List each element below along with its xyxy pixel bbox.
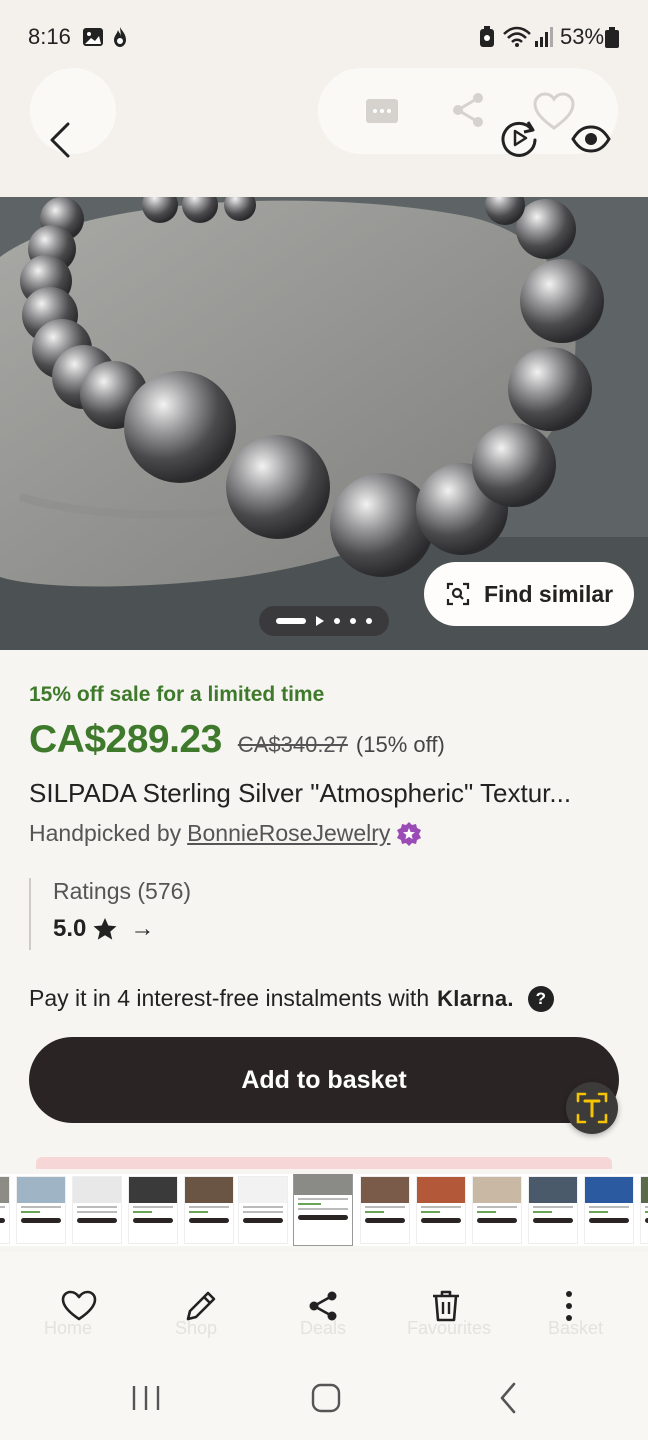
text-extract-button[interactable] (566, 1082, 618, 1134)
klarna-text: Pay it in 4 interest-free instalments wi… (29, 985, 430, 1011)
sale-banner: 15% off sale for a limited time (29, 683, 325, 706)
signal-icon (535, 27, 553, 47)
pager-video-indicator (316, 616, 324, 626)
original-price: CA$340.27 (237, 732, 348, 757)
status-bar: 8:16 53% (0, 0, 648, 72)
screenshot-actions-bar: Home Shop Deals Favourites Basket (0, 1252, 648, 1362)
pager-active-indicator (276, 618, 306, 624)
ratings-block[interactable]: Ratings (576) 5.0 → (29, 878, 191, 950)
battery-saver-icon (480, 26, 494, 47)
back-chevron-icon (500, 1382, 516, 1414)
seller-link[interactable]: BonnieRoseJewelry (187, 820, 390, 847)
add-to-basket-button[interactable]: Add to basket (29, 1037, 619, 1123)
ratings-value-row: 5.0 → (53, 915, 191, 943)
seller-prefix: Handpicked by (29, 820, 182, 846)
recent-apps-icon (132, 1386, 160, 1410)
arrow-right-icon: → (130, 915, 155, 942)
trash-icon (433, 1290, 459, 1322)
thumbnail[interactable] (416, 1176, 466, 1244)
thumbnail[interactable] (72, 1176, 122, 1244)
home-icon (311, 1383, 341, 1413)
thumbnail[interactable] (16, 1176, 66, 1244)
battery-percent: 53% (560, 24, 605, 49)
rating-score: 5.0 (53, 915, 87, 942)
thumbnail[interactable] (238, 1176, 288, 1244)
star-seller-badge-icon (397, 821, 422, 846)
find-similar-label: Find similar (484, 580, 614, 607)
find-similar-button[interactable]: Find similar (424, 562, 634, 626)
thumbnail[interactable] (528, 1176, 578, 1244)
more-options-button[interactable] (545, 1282, 593, 1330)
thumbnail[interactable] (640, 1176, 648, 1244)
delete-button[interactable] (422, 1282, 470, 1330)
home-button[interactable] (308, 1380, 344, 1416)
system-back-button[interactable] (494, 1380, 524, 1416)
battery-icon (605, 27, 619, 48)
notification-icon (114, 27, 126, 47)
favourite-button[interactable] (55, 1282, 103, 1330)
video-replay-icon (501, 121, 537, 157)
seller-line: Handpicked by BonnieRoseJewelry (29, 820, 422, 847)
text-scan-icon (576, 1092, 608, 1124)
image-pager[interactable] (259, 606, 389, 636)
pager-dot (366, 618, 372, 624)
next-section-peek (36, 1157, 612, 1169)
more-vertical-icon (566, 1291, 572, 1321)
price-row: CA$289.23 CA$340.27 (15% off) (29, 718, 445, 762)
recent-apps-button[interactable] (128, 1382, 164, 1414)
product-title[interactable]: SILPADA Sterling Silver "Atmospheric" Te… (29, 778, 619, 809)
thumbnail[interactable] (128, 1176, 178, 1244)
help-icon[interactable]: ? (527, 985, 554, 1012)
view-button[interactable] (568, 118, 614, 160)
current-price: CA$289.23 (29, 718, 222, 761)
share-icon (309, 1291, 337, 1321)
star-icon (93, 918, 117, 940)
klarna-logo: Klarna. (437, 985, 514, 1011)
screenshot-thumbnail-strip[interactable] (0, 1174, 648, 1246)
share-button[interactable] (299, 1282, 347, 1330)
system-navigation-bar (0, 1362, 648, 1440)
wifi-icon (503, 26, 531, 47)
klarna-row: Pay it in 4 interest-free instalments wi… (29, 985, 554, 1012)
thumbnail[interactable] (472, 1176, 522, 1244)
pencil-icon (186, 1291, 216, 1321)
gallery-icon (83, 28, 103, 46)
pager-dot (334, 618, 340, 624)
chevron-left-icon (50, 122, 70, 158)
thumbnail[interactable] (584, 1176, 634, 1244)
heart-icon (61, 1290, 97, 1321)
thumbnail-active[interactable] (293, 1174, 353, 1246)
ghost-share-icon (453, 93, 483, 127)
ghost-chat-icon (366, 99, 398, 123)
pager-dot (350, 618, 356, 624)
status-time: 8:16 (28, 24, 71, 49)
back-button[interactable] (40, 118, 80, 162)
thumbnail[interactable] (0, 1176, 10, 1244)
discount-percent: (15% off) (355, 732, 445, 757)
thumbnail[interactable] (360, 1176, 410, 1244)
visual-search-icon (446, 582, 470, 606)
thumbnail[interactable] (184, 1176, 234, 1244)
edit-button[interactable] (177, 1282, 225, 1330)
video-replay-button[interactable] (496, 115, 542, 161)
eye-icon (571, 125, 611, 153)
ratings-label: Ratings (576) (53, 878, 192, 904)
